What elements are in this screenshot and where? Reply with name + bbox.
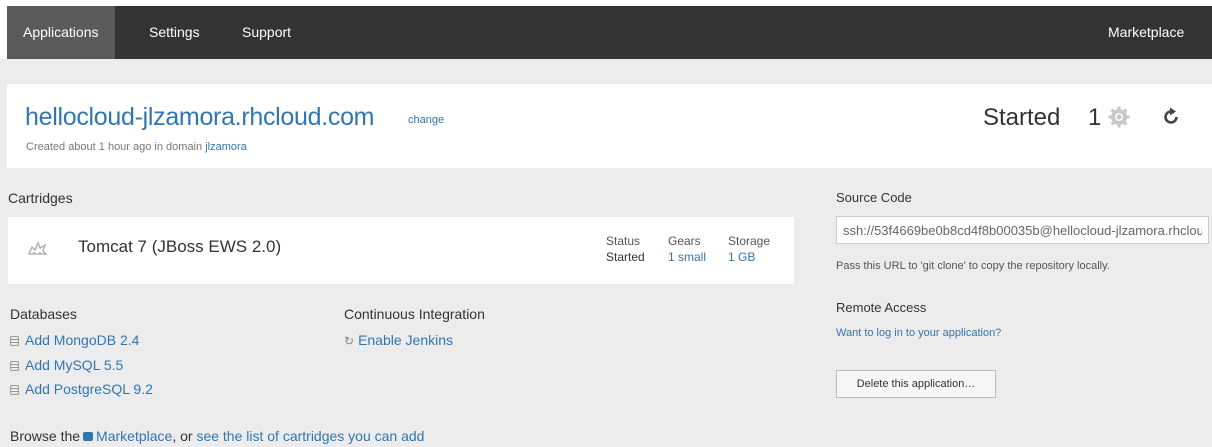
add-mongodb-link[interactable]: Add MongoDB 2.4 [10,332,139,348]
top-bar: Applications Settings Support Marketplac… [0,0,1212,59]
storage-label: Storage [728,234,771,248]
storage-value-link[interactable]: 1 GB [728,250,755,264]
browse-prefix: Browse the [10,428,81,444]
remote-login-link[interactable]: Want to log in to your application? [836,327,1001,339]
database-icon [10,336,19,346]
app-state: Started [983,104,1061,131]
source-code-heading: Source Code [836,190,912,205]
domain-link[interactable]: jlzamora [205,141,247,153]
ci-heading: Continuous Integration [344,306,485,322]
add-mysql-link[interactable]: Add MySQL 5.5 [10,357,123,373]
gear-count: 1 [1088,104,1102,131]
marketplace-link[interactable]: Marketplace [96,428,172,444]
add-postgresql-link[interactable]: Add PostgreSQL 9.2 [10,381,153,397]
add-mysql-label: Add MySQL 5.5 [25,357,124,373]
cartridges-heading: Cartridges [8,190,73,206]
browse-text: Browse the Marketplace, or see the list o… [10,428,424,444]
databases-heading: Databases [10,306,77,322]
nav-support[interactable]: Support [226,6,307,59]
gear-icon[interactable] [1108,106,1130,128]
nav-marketplace[interactable]: Marketplace [1092,6,1200,59]
source-help-text: Pass this URL to 'git clone' to copy the… [836,260,1110,272]
main-navbar: Applications Settings Support Marketplac… [7,6,1212,59]
source-url-field[interactable] [836,216,1209,244]
gears-label: Gears [668,234,701,248]
gears-value-link[interactable]: 1 small [668,250,706,264]
tomcat-icon [26,237,48,259]
enable-jenkins-link[interactable]: ↻ Enable Jenkins [344,332,453,348]
database-icon [10,385,19,395]
app-title[interactable]: hellocloud-jlzamora.rhcloud.com [25,103,375,132]
remote-access-heading: Remote Access [836,300,927,315]
created-text: Created about 1 hour ago in domain [26,141,203,153]
delete-application-button[interactable]: Delete this application… [836,370,996,398]
restart-icon[interactable] [1160,106,1182,128]
status-value: Started [606,250,645,264]
enable-jenkins-label: Enable Jenkins [358,332,454,348]
nav-settings[interactable]: Settings [133,6,216,59]
cartridge-name[interactable]: Tomcat 7 (JBoss EWS 2.0) [78,237,281,257]
status-label: Status [606,234,641,248]
database-icon [10,361,19,371]
refresh-icon: ↻ [344,334,355,348]
add-mongodb-label: Add MongoDB 2.4 [25,332,140,348]
cartridge-list-link[interactable]: see the list of cartridges you can add [196,428,424,444]
marketplace-icon [83,432,94,441]
nav-applications[interactable]: Applications [7,6,115,59]
add-postgresql-label: Add PostgreSQL 9.2 [25,381,153,397]
app-created-info: Created about 1 hour ago in domain jlzam… [26,141,247,153]
browse-middle: , or [172,428,193,444]
change-alias-link[interactable]: change [408,114,444,126]
